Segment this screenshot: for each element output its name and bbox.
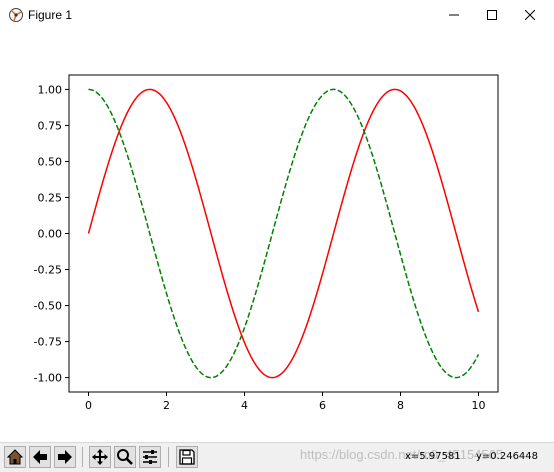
- close-icon: [525, 10, 535, 20]
- window-title: Figure 1: [28, 8, 73, 22]
- y-tick-label: -0.75: [34, 336, 62, 349]
- minimize-icon: [449, 14, 459, 16]
- cursor-y-readout: y=0.246448: [476, 451, 539, 462]
- y-tick-label: 1.00: [38, 83, 63, 96]
- back-button[interactable]: [29, 446, 51, 468]
- home-button[interactable]: [4, 446, 26, 468]
- y-tick-label: -0.50: [34, 300, 62, 313]
- series-line-sin: [87, 88, 480, 379]
- series-line-cos: [88, 88, 480, 379]
- app-icon: [9, 8, 23, 22]
- y-tick-label: 0.75: [38, 119, 63, 132]
- zoom-button[interactable]: [114, 446, 136, 468]
- close-button[interactable]: [507, 0, 553, 30]
- pan-button[interactable]: [89, 446, 111, 468]
- move-icon: [92, 449, 108, 465]
- x-tick-label: 4: [241, 399, 248, 412]
- navigation-toolbar: https://blog.csdn.net/m0_45154565 x=5.97…: [0, 442, 554, 472]
- configure-subplots-button[interactable]: [139, 446, 161, 468]
- magnifier-icon: [117, 449, 133, 465]
- watermark-text: https://blog.csdn.net/m0_45154565: [300, 447, 504, 462]
- y-tick-label: 0.50: [38, 155, 63, 168]
- figure-canvas[interactable]: 0 2 4 6 8 10 -1.00 -0.75 -0.50 -0.25 0.00 0.25 0.50 0…: [0, 30, 554, 442]
- y-tick-label: -1.00: [34, 372, 62, 385]
- y-tick-label: 0.25: [38, 191, 63, 204]
- toolbar-separator: [82, 447, 83, 467]
- sliders-icon: [143, 450, 157, 464]
- cursor-x-readout: x=5.97581: [405, 451, 461, 462]
- y-tick-label: 0.00: [38, 228, 63, 241]
- window-titlebar: Figure 1: [0, 0, 554, 30]
- y-tick-label: -0.25: [34, 264, 62, 277]
- arrow-left-icon: [33, 450, 47, 464]
- arrow-right-icon: [58, 450, 72, 464]
- floppy-icon: [179, 449, 195, 465]
- axes-frame: [68, 74, 499, 393]
- x-tick-label: 6: [319, 399, 326, 412]
- save-button[interactable]: [176, 446, 198, 468]
- maximize-icon: [487, 10, 497, 20]
- x-tick-label: 10: [472, 399, 486, 412]
- x-tick-label: 2: [163, 399, 170, 412]
- home-icon: [6, 449, 24, 465]
- forward-button[interactable]: [54, 446, 76, 468]
- x-tick-label: 0: [85, 399, 92, 412]
- line-chart[interactable]: 0 2 4 6 8 10 -1.00 -0.75 -0.50 -0.25 0.00 0.25 0.50 0…: [0, 30, 554, 442]
- x-tick-label: 8: [397, 399, 404, 412]
- toolbar-separator: [168, 447, 169, 467]
